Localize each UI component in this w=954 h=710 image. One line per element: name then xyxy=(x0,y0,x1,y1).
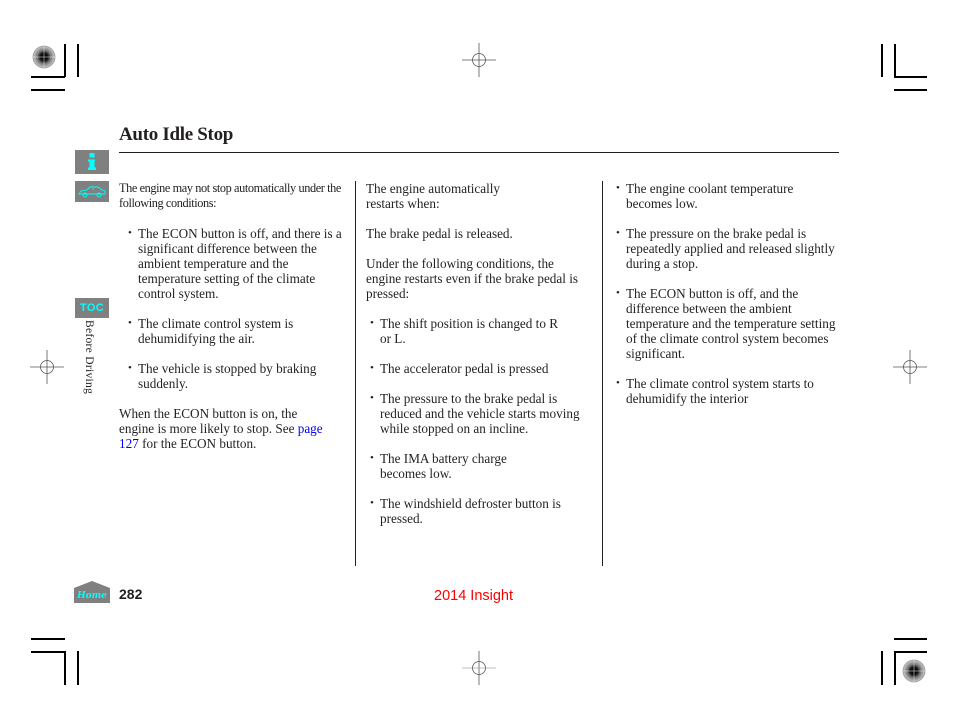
page-number: 282 xyxy=(119,586,143,602)
crosshair-right-icon xyxy=(893,350,927,384)
crosshair-top-icon xyxy=(462,43,496,77)
registration-target-icon xyxy=(902,659,926,683)
document-title: 2014 Insight xyxy=(434,588,514,604)
list-item: The accelerator pedal is pressed xyxy=(366,361,598,376)
info-icon xyxy=(88,153,96,170)
list-item: The vehicle is stopped by braking sudden… xyxy=(124,361,347,391)
column-divider xyxy=(355,181,356,566)
info-button[interactable] xyxy=(75,150,109,174)
list-item: The ECON button is off, and there is a s… xyxy=(124,226,347,301)
column-3: The engine coolant temperature becomes l… xyxy=(612,181,840,406)
econ-note-text-end: for the ECON button. xyxy=(142,436,257,451)
home-icon: Home xyxy=(74,581,110,603)
page-title: Auto Idle Stop xyxy=(119,124,234,145)
col1-intro: The engine may not stop automatically un… xyxy=(119,181,341,210)
econ-note-text: When the ECON button is on, the engine i… xyxy=(119,406,298,436)
list-item: The pressure to the brake pedal is reduc… xyxy=(366,391,598,436)
car-button[interactable] xyxy=(75,181,109,202)
title-rule xyxy=(119,152,839,153)
list-item: The pressure on the brake pedal is repea… xyxy=(612,226,840,271)
home-button[interactable]: Home xyxy=(74,581,110,603)
col2-intro: The engine automatically restarts when: xyxy=(366,181,501,211)
toc-button[interactable]: TOC xyxy=(75,298,109,318)
registration-target-icon xyxy=(32,45,56,69)
list-item: The engine coolant temperature becomes l… xyxy=(612,181,840,211)
home-label: Home xyxy=(76,591,107,601)
column-divider xyxy=(602,181,603,566)
col2-para2: Under the following conditions, the engi… xyxy=(366,256,579,301)
col2-para1: The brake pedal is released. xyxy=(366,226,513,241)
list-item: The climate control system is dehumidify… xyxy=(124,316,347,346)
list-item: The shift position is changed to R or L. xyxy=(366,316,560,346)
column-2: The engine automatically restarts when: … xyxy=(366,181,598,526)
crosshair-bottom-icon xyxy=(462,651,496,685)
column-1: The engine may not stop automatically un… xyxy=(119,181,347,451)
list-item: The IMA battery charge becomes low. xyxy=(366,451,540,481)
list-item: The climate control system starts to deh… xyxy=(612,376,840,406)
list-item: The ECON button is off, and the differen… xyxy=(612,286,848,361)
section-label: Before Driving xyxy=(83,320,95,395)
econ-note: When the ECON button is on, the engine i… xyxy=(119,406,334,451)
car-icon xyxy=(78,186,106,197)
crosshair-left-icon xyxy=(30,350,64,384)
list-item: The windshield defroster button is press… xyxy=(366,496,592,526)
